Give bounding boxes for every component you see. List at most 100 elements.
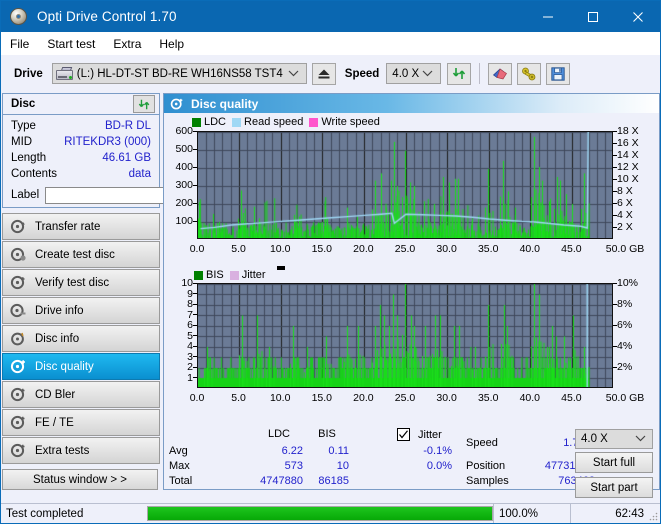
progress-fill (148, 507, 492, 520)
disc-type-label: Type (11, 120, 36, 132)
sidebar-label: Disc info (35, 332, 80, 345)
stats-ldc-total: 4747880 (260, 475, 303, 487)
minimize-button[interactable] (525, 1, 570, 32)
disc-length-value: 46.61 GB (102, 152, 151, 164)
axis-tick: 600 (175, 125, 193, 137)
sidebar-item-fe-te[interactable]: FE / TE (2, 409, 160, 436)
close-button[interactable] (615, 1, 660, 32)
sidebar-item-drive-info[interactable]: Drive info (2, 297, 160, 324)
save-button[interactable] (546, 62, 571, 85)
axis-tick-mark (613, 226, 617, 228)
stats-row-label-total: Total (169, 475, 193, 487)
erase-button[interactable] (488, 62, 513, 85)
legend-swatch-write-speed (309, 117, 319, 127)
sidebar-item-cd-bler[interactable]: CD Bler (2, 381, 160, 408)
menu-file[interactable]: File (10, 35, 38, 53)
drive-label: Drive (14, 67, 43, 80)
axis-tick: 400 (175, 161, 193, 173)
speed-select[interactable]: 4.0 X (386, 63, 442, 84)
axis-tick: 40.0 (519, 392, 541, 404)
maximize-button[interactable] (570, 1, 615, 32)
drive-select[interactable]: (L:) HL-DT-ST BD-RE WH16NS58 TST4 (51, 63, 307, 84)
menu-start-test[interactable]: Start test (47, 35, 104, 53)
sidebar-label: CD Bler (35, 388, 76, 401)
disc-refresh-button[interactable] (133, 95, 155, 113)
sidebar-item-verify-test-disc[interactable]: Verify test disc (2, 269, 160, 296)
sidebar-label: Create test disc (35, 248, 115, 261)
status-window-button[interactable]: Status window > > (2, 469, 158, 490)
axis-tick-mark (193, 345, 197, 347)
menu-extra[interactable]: Extra (113, 35, 150, 53)
axis-tick-mark (193, 303, 197, 305)
title-bar: Opti Drive Control 1.70 (1, 1, 660, 32)
axis-tick: 200 (175, 197, 193, 209)
left-panel: Disc Type BD-R DL MID RITEKDR3 (000) Len… (2, 93, 249, 490)
axis-tick: 4% (617, 340, 633, 352)
test-speed-select[interactable]: 4.0 X (575, 429, 653, 449)
progress-percent: 100.0% (493, 504, 571, 523)
disc-mid-value: RITEKDR3 (000) (64, 136, 151, 148)
stats-ldc-avg: 6.22 (281, 445, 303, 457)
sidebar-item-create-test-disc[interactable]: Create test disc (2, 241, 160, 268)
sidebar-label: Drive info (35, 304, 84, 317)
stats-header-bis: BIS (318, 428, 336, 440)
disc-quality-icon (10, 358, 27, 375)
sidebar-item-transfer-rate[interactable]: Transfer rate (2, 213, 160, 240)
ldc-chart[interactable]: 100 200 300 400 500 600 2 X4 X6 X8 X 10 X 12 X1… (166, 125, 657, 258)
axis-tick-mark (613, 345, 617, 347)
start-full-button[interactable]: Start full (575, 452, 653, 473)
jitter-checkbox[interactable] (397, 428, 410, 441)
axis-tick-mark (613, 142, 617, 144)
chevron-down-icon (635, 433, 646, 445)
window-controls (525, 1, 660, 32)
bis-chart[interactable]: 1 2 3 4 5 6 7 8 9 10 2% 4% 6% 8% 10% 0.0 5.0 10.0 15.0 20… (166, 277, 657, 406)
legend-swatch-read-speed (232, 117, 242, 127)
axis-tick: 30.0 (436, 243, 457, 255)
axis-tick-mark (193, 166, 197, 168)
sidebar-item-disc-info[interactable]: Disc info (2, 325, 160, 352)
sidebar-nav: Transfer rate Create test disc Verify te… (2, 213, 160, 465)
sidebar-item-extra-tests[interactable]: Extra tests (2, 437, 160, 464)
stats-jitter-avg: -0.1% (423, 445, 452, 457)
legend-label-read-speed: Read speed (244, 116, 304, 128)
samples-stat-label: Samples (466, 475, 509, 487)
legend-write-speed: Write speed (309, 116, 380, 128)
axis-tick-mark (613, 324, 617, 326)
axis-tick-mark (193, 366, 197, 368)
menu-help[interactable]: Help (159, 35, 193, 53)
axis-tick-mark (613, 154, 617, 156)
resize-grip-icon[interactable] (648, 511, 658, 521)
axis-tick: 20.0 (353, 243, 374, 255)
axis-tick: 2 X (617, 221, 633, 233)
chevron-down-icon (422, 68, 433, 80)
sidebar-item-disc-quality[interactable]: Disc quality (2, 353, 160, 380)
refresh-button[interactable] (447, 62, 472, 85)
axis-tick: 50.0 GB (605, 243, 645, 255)
disc-extra-icon (10, 442, 27, 459)
eject-button[interactable] (311, 62, 336, 85)
window-title: Opti Drive Control 1.70 (37, 9, 177, 24)
axis-tick: 300 (175, 179, 193, 191)
disc-length-label: Length (11, 152, 47, 164)
axis-tick: 5.0 (231, 392, 246, 404)
test-speed-select-value: 4.0 X (581, 433, 608, 445)
axis-tick: 15.0 (311, 392, 333, 404)
legend-swatch-bis (194, 270, 203, 280)
axis-tick-mark (193, 356, 197, 357)
axis-tick: 6 X (617, 197, 633, 209)
start-part-button[interactable]: Start part (575, 477, 653, 498)
drive-icon (55, 66, 73, 81)
axis-tick-mark (193, 220, 197, 222)
axis-tick: 14 X (617, 149, 639, 161)
disc-contents-label: Contents (11, 168, 58, 180)
stats-bis-max: 10 (336, 460, 349, 472)
tools-button[interactable] (517, 62, 542, 85)
axis-tick: 6% (617, 319, 633, 331)
axis-tick: 10% (617, 277, 639, 289)
position-stat-label: Position (466, 460, 506, 472)
axis-tick: 10 (181, 277, 193, 289)
axis-tick: 40.0 (519, 243, 541, 255)
axis-tick: 50.0 GB (605, 392, 645, 404)
axis-tick: 10.0 (269, 392, 291, 404)
drive-select-value: (L:) HL-DT-ST BD-RE WH16NS58 TST4 (76, 67, 283, 80)
